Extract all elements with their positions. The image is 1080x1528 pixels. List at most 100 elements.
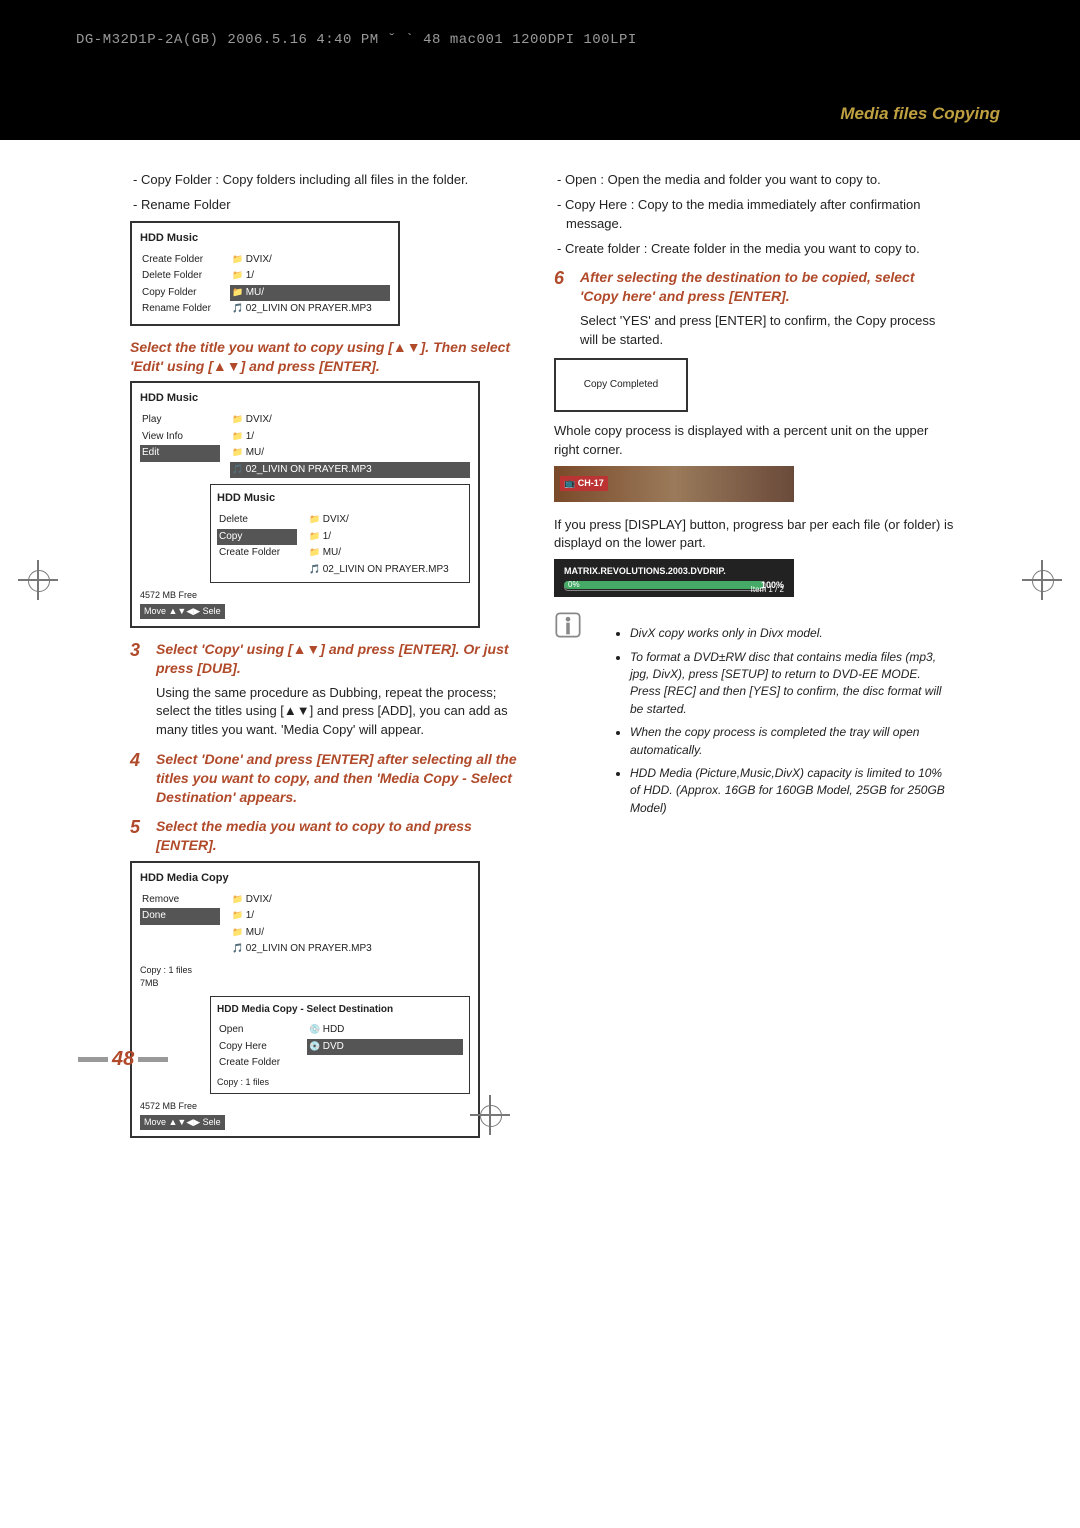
manual-page: DG-M32D1P-2A(GB) 2006.5.16 4:40 PM ˘ ` 4… [0, 0, 1080, 1528]
menu-item[interactable]: View Info [140, 429, 220, 446]
file-item[interactable]: 02_LIVIN ON PRAYER.MP3 [230, 301, 390, 318]
step-6-text: After selecting the destination to be co… [580, 268, 954, 306]
step-3-number: 3 [130, 640, 148, 678]
panel-title: HDD Music [140, 391, 470, 407]
step-4-number: 4 [130, 750, 148, 807]
context-menu: Create Folder Delete Folder Copy Folder … [140, 252, 220, 318]
copy-count: Copy : 1 files [140, 965, 192, 975]
progress-overlay: MATRIX.REVOLUTIONS.2003.DVDRIP. 0% 100% … [554, 559, 794, 597]
file-list: DVIX/ 1/ MU/ 02_LIVIN ON PRAYER.MP3 [307, 512, 463, 578]
note-item: DivX copy works only in Divx model. [630, 625, 954, 642]
file-item[interactable]: MU/ [230, 925, 470, 942]
file-item-selected[interactable]: MU/ [230, 285, 390, 302]
file-list: DVIX/ 1/ MU/ 02_LIVIN ON PRAYER.MP3 [230, 892, 470, 958]
paragraph: Whole copy process is displayed with a p… [554, 422, 954, 460]
file-item[interactable]: 1/ [230, 268, 390, 285]
sub-panel-hdd-music: HDD Music Delete Copy Create Folder DVIX… [210, 484, 470, 583]
step-5-text: Select the media you want to copy to and… [156, 817, 530, 855]
note-item: HDD Media (Picture,Music,DivX) capacity … [630, 765, 954, 817]
note-item: To format a DVD±RW disc that contains me… [630, 649, 954, 719]
panel-title: HDD Media Copy [140, 871, 470, 887]
menu-item-selected[interactable]: Copy [217, 529, 297, 546]
file-item[interactable]: 02_LIVIN ON PRAYER.MP3 [230, 462, 470, 479]
file-item[interactable]: DVIX/ [307, 512, 463, 529]
file-item[interactable]: MU/ [307, 545, 463, 562]
section-title: Media files Copying [840, 104, 1000, 124]
channel-badge: 📺 CH-17 [560, 476, 608, 491]
copy-count: Copy : 1 files [217, 1076, 463, 1089]
menu-item[interactable]: Play [140, 412, 220, 429]
crop-mark-left [18, 560, 58, 600]
bullet-rename-folder: Rename Folder [130, 196, 530, 215]
copy-size: 7MB [140, 978, 159, 988]
menu-item[interactable]: Remove [140, 892, 220, 909]
note-item: When the copy process is completed the t… [630, 724, 954, 759]
dest-item[interactable]: HDD [307, 1022, 463, 1039]
bullet-copy-here: Copy Here : Copy to the media immediatel… [554, 196, 954, 234]
file-item[interactable]: 02_LIVIN ON PRAYER.MP3 [230, 941, 470, 958]
file-item[interactable]: 1/ [307, 529, 463, 546]
free-space: 4572 MB Free [140, 589, 197, 602]
bullet-create-folder: Create folder : Create folder in the med… [554, 240, 954, 259]
step-5-number: 5 [130, 817, 148, 855]
menu-item[interactable]: Delete [217, 512, 297, 529]
file-item[interactable]: MU/ [230, 445, 470, 462]
menu-item[interactable]: Create Folder [217, 545, 297, 562]
sub-panel-select-destination: HDD Media Copy - Select Destination Open… [210, 996, 470, 1094]
dest-item-selected[interactable]: DVD [307, 1039, 463, 1056]
file-item[interactable]: DVIX/ [230, 252, 390, 269]
crop-mark-right [1022, 560, 1062, 600]
menu-item[interactable]: Create Folder [140, 252, 220, 269]
file-list: DVIX/ 1/ MU/ 02_LIVIN ON PRAYER.MP3 [230, 252, 390, 318]
free-space: 4572 MB Free [140, 1100, 197, 1113]
menu-item[interactable]: Copy Folder [140, 285, 220, 302]
bullet-open: Open : Open the media and folder you wan… [554, 171, 954, 190]
menu-item[interactable]: Rename Folder [140, 301, 220, 318]
menu-item[interactable]: Open [217, 1022, 297, 1039]
copy-completed-dialog: Copy Completed [554, 358, 688, 412]
context-menu: Open Copy Here Create Folder [217, 1022, 297, 1072]
header-strip: DG-M32D1P-2A(GB) 2006.5.16 4:40 PM ˘ ` 4… [0, 0, 1080, 140]
progress-fill [564, 581, 764, 589]
file-item[interactable]: 02_LIVIN ON PRAYER.MP3 [307, 562, 463, 579]
file-item[interactable]: DVIX/ [230, 892, 470, 909]
step-3-text: Select 'Copy' using [▲▼] and press [ENTE… [156, 640, 530, 678]
file-item[interactable]: 1/ [230, 908, 470, 925]
crop-mark-bottom [470, 1095, 510, 1135]
menu-item-selected[interactable]: Done [140, 908, 220, 925]
context-menu: Delete Copy Create Folder [217, 512, 297, 578]
progress-item: Item 1 / 2 [751, 584, 784, 596]
bullet-copy-folder: Copy Folder : Copy folders including all… [130, 171, 530, 190]
step-2-text: Select the title you want to copy using … [130, 338, 530, 376]
paragraph: If you press [DISPLAY] button, progress … [554, 516, 954, 554]
step-6-number: 6 [554, 268, 572, 306]
menu-item[interactable]: Create Folder [217, 1055, 297, 1072]
context-menu: Remove Done [140, 892, 220, 958]
page-number: 48 [74, 1048, 172, 1071]
live-tv-preview: 📺 CH-17 [554, 466, 794, 502]
menu-item[interactable]: Copy Here [217, 1039, 297, 1056]
left-column: Copy Folder : Copy folders including all… [130, 165, 530, 1150]
right-column: Open : Open the media and folder you wan… [554, 165, 954, 1150]
step-4-text: Select 'Done' and press [ENTER] after se… [156, 750, 530, 807]
step-6-body: Select 'YES' and press [ENTER] to confir… [580, 312, 954, 350]
file-item[interactable]: 1/ [230, 429, 470, 446]
step-3-body: Using the same procedure as Dubbing, rep… [156, 684, 530, 741]
panel-title: HDD Music [217, 491, 463, 507]
menu-item-selected[interactable]: Edit [140, 445, 220, 462]
nav-hint: Move ▲▼◀▶ Sele [140, 604, 225, 619]
nav-hint: Move ▲▼◀▶ Sele [140, 1115, 225, 1130]
context-menu: Play View Info Edit [140, 412, 220, 478]
file-item[interactable]: DVIX/ [230, 412, 470, 429]
info-icon [554, 611, 582, 835]
menu-item[interactable]: Delete Folder [140, 268, 220, 285]
progress-left: 0% [568, 579, 580, 591]
panel-title: HDD Media Copy - Select Destination [217, 1003, 463, 1018]
progress-title: MATRIX.REVOLUTIONS.2003.DVDRIP. [564, 565, 726, 578]
notes-list: DivX copy works only in Divx model. To f… [590, 623, 954, 823]
file-list: DVIX/ 1/ MU/ 02_LIVIN ON PRAYER.MP3 [230, 412, 470, 478]
panel-hdd-music-1: HDD Music Create Folder Delete Folder Co… [130, 221, 400, 326]
destination-list: HDD DVD [307, 1022, 463, 1072]
panel-hdd-music-2: HDD Music Play View Info Edit DVIX/ 1/ M… [130, 381, 480, 627]
panel-title: HDD Music [140, 231, 390, 247]
